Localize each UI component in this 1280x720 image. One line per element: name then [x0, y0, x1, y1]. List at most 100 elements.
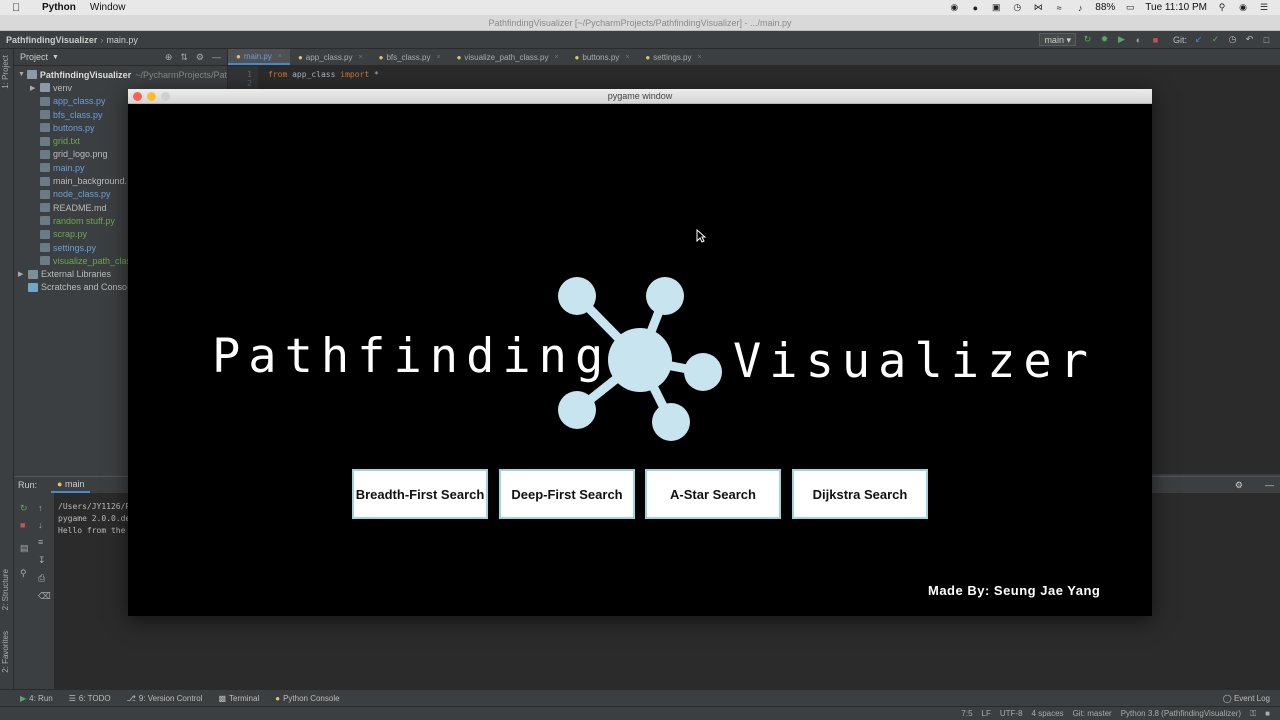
print-icon[interactable]: ⎙	[38, 573, 45, 584]
rerun-icon[interactable]: ↻	[1082, 34, 1093, 45]
status-line-sep[interactable]: LF	[982, 709, 991, 718]
wifi-icon[interactable]: ≈	[1053, 3, 1065, 13]
soft-wrap-icon[interactable]: ≡	[38, 537, 43, 547]
profile-icon[interactable]: ◐	[1133, 34, 1144, 45]
pin-icon[interactable]: ⚲	[20, 568, 27, 579]
minimize-icon[interactable]: —	[212, 52, 221, 63]
notification-center-icon[interactable]: ☰	[1258, 2, 1270, 13]
stop-icon[interactable]: ■	[20, 520, 25, 530]
tool-version-control[interactable]: ⎇ 9: Version Control	[127, 694, 203, 703]
stop-icon[interactable]: ■	[1150, 34, 1161, 45]
status-encoding[interactable]: UTF-8	[1000, 709, 1023, 718]
apple-icon[interactable]: 	[12, 2, 28, 14]
layout-icon[interactable]: ▤	[20, 543, 29, 554]
breadcrumb-project[interactable]: PathfindingVisualizer	[6, 35, 97, 45]
status-caret[interactable]: 7:5	[961, 709, 972, 718]
close-tab-icon[interactable]: ×	[698, 54, 702, 61]
close-window-button[interactable]	[133, 92, 142, 101]
spotlight-search-icon[interactable]: ⚲	[1216, 2, 1228, 13]
editor-tab[interactable]: ● app_class.py ×	[290, 49, 371, 65]
up-arrow-icon[interactable]: ↑	[38, 503, 43, 513]
tree-item-label: scrap.py	[53, 229, 88, 240]
lock-icon[interactable]: ⚿	[1250, 709, 1256, 719]
tool-todo[interactable]: ☰ 6: TODO	[69, 694, 111, 703]
tree-root[interactable]: ▼ PathfindingVisualizer ~/PycharmProject…	[14, 68, 227, 81]
tool-run[interactable]: ▶ 4: Run	[20, 694, 53, 703]
editor-tab-label: visualize_path_class.py	[464, 52, 549, 62]
memory-icon[interactable]: ■	[1265, 709, 1270, 718]
close-tab-icon[interactable]: ×	[278, 53, 282, 60]
run-tab-main[interactable]: ● main	[51, 477, 91, 493]
tab-project[interactable]: 1: Project	[1, 55, 13, 89]
editor-tab[interactable]: ● settings.py ×	[637, 49, 709, 65]
close-tab-icon[interactable]: ×	[625, 54, 629, 61]
time-machine-icon[interactable]: ◷	[1011, 2, 1023, 13]
root-path: ~/PycharmProjects/Pat	[135, 69, 227, 80]
expand-arrow-icon[interactable]: ▶	[18, 270, 28, 278]
expand-arrow-icon[interactable]: ▼	[18, 71, 27, 78]
editor-tab[interactable]: ● visualize_path_class.py ×	[449, 49, 567, 65]
scroll-end-icon[interactable]: ↧	[38, 555, 46, 566]
close-tab-icon[interactable]: ×	[359, 54, 363, 61]
battery-percent[interactable]: 88%	[1095, 2, 1115, 13]
pygame-window-title: pygame window	[607, 91, 673, 101]
pygame-window[interactable]: pygame window Pathfinding Visualizer Bre…	[128, 89, 1152, 616]
zoom-window-button[interactable]	[161, 92, 170, 101]
collapse-icon[interactable]: ⇅	[180, 52, 188, 63]
debug-icon[interactable]: ✹	[1099, 34, 1110, 45]
run-side-toolbar: ↻ ↑ ■ ↓ ▤ ≡ ↧ ⚲ ⎙ ⌫	[14, 493, 54, 690]
pygame-title-bar[interactable]: pygame window	[128, 89, 1152, 104]
event-log[interactable]: ◯ Event Log	[1223, 694, 1280, 703]
battery-icon[interactable]: ▭	[1124, 2, 1136, 13]
trash-icon[interactable]: ⌫	[38, 591, 51, 602]
location-icon[interactable]: ●	[969, 3, 981, 13]
tree-item-label: grid.txt	[53, 136, 81, 147]
bfs-button[interactable]: Breadth-First Search	[352, 469, 488, 519]
tool-terminal[interactable]: ▩ Terminal	[218, 694, 259, 703]
settings-gear-icon[interactable]: ⚙	[1235, 480, 1243, 491]
tab-favorites[interactable]: 2: Favorites	[1, 631, 13, 673]
dfs-button[interactable]: Deep-First Search	[499, 469, 635, 519]
logo-node	[684, 353, 722, 391]
menu-app-python[interactable]: Python	[42, 2, 76, 13]
record-icon[interactable]: ◉	[948, 2, 960, 13]
close-tab-icon[interactable]: ×	[436, 54, 440, 61]
editor-tab[interactable]: ● bfs_class.py ×	[371, 49, 449, 65]
coverage-icon[interactable]: ▶	[1116, 34, 1127, 45]
status-interpreter[interactable]: Python 3.8 (PathfindingVisualizer)	[1121, 709, 1241, 718]
editor-tab[interactable]: ● buttons.py ×	[567, 49, 638, 65]
rerun-icon[interactable]: ↻	[20, 503, 28, 514]
editor-tab[interactable]: ● main.py ×	[228, 49, 290, 65]
status-git-branch[interactable]: Git: master	[1073, 709, 1112, 718]
volume-icon[interactable]: ♪	[1074, 3, 1086, 13]
bluetooth-icon[interactable]: ⋈	[1032, 2, 1044, 13]
git-revert-icon[interactable]: ↶	[1244, 34, 1255, 45]
keyword-import: import	[340, 70, 370, 79]
status-indent[interactable]: 4 spaces	[1032, 709, 1064, 718]
console-output[interactable]: /Users/JY1126/P pygame 2.0.0.de Hello fr…	[58, 501, 130, 537]
menubar-clock[interactable]: Tue 11:10 PM	[1145, 2, 1207, 13]
expand-arrow-icon[interactable]: ▶	[30, 84, 40, 92]
gear-icon[interactable]: ⚙	[196, 52, 204, 63]
chevron-down-icon[interactable]: ▼	[52, 54, 59, 61]
project-view-select[interactable]: Project	[20, 52, 48, 62]
close-tab-icon[interactable]: ×	[554, 54, 558, 61]
git-commit-icon[interactable]: ✓	[1210, 34, 1221, 45]
run-config-select[interactable]: main ▾	[1039, 33, 1076, 46]
briefcase-icon[interactable]: ▣	[990, 2, 1002, 13]
minimize-window-button[interactable]	[147, 92, 156, 101]
tab-structure[interactable]: 2: Structure	[1, 569, 13, 610]
astar-button[interactable]: A-Star Search	[645, 469, 781, 519]
menu-window[interactable]: Window	[90, 2, 126, 13]
tool-todo-label: 6: TODO	[78, 693, 111, 703]
tool-python-console[interactable]: ● Python Console	[275, 694, 339, 703]
dijkstra-button[interactable]: Dijkstra Search	[792, 469, 928, 519]
git-update-icon[interactable]: ↙	[1193, 34, 1204, 45]
breadcrumb-file[interactable]: main.py	[106, 35, 138, 45]
layout-icon[interactable]: □	[1261, 34, 1272, 45]
down-arrow-icon[interactable]: ↓	[38, 520, 43, 530]
minimize-icon[interactable]: —	[1265, 480, 1274, 490]
git-history-icon[interactable]: ◷	[1227, 34, 1238, 45]
locate-icon[interactable]: ⊕	[165, 52, 173, 63]
user-avatar-icon[interactable]: ◉	[1237, 2, 1249, 13]
